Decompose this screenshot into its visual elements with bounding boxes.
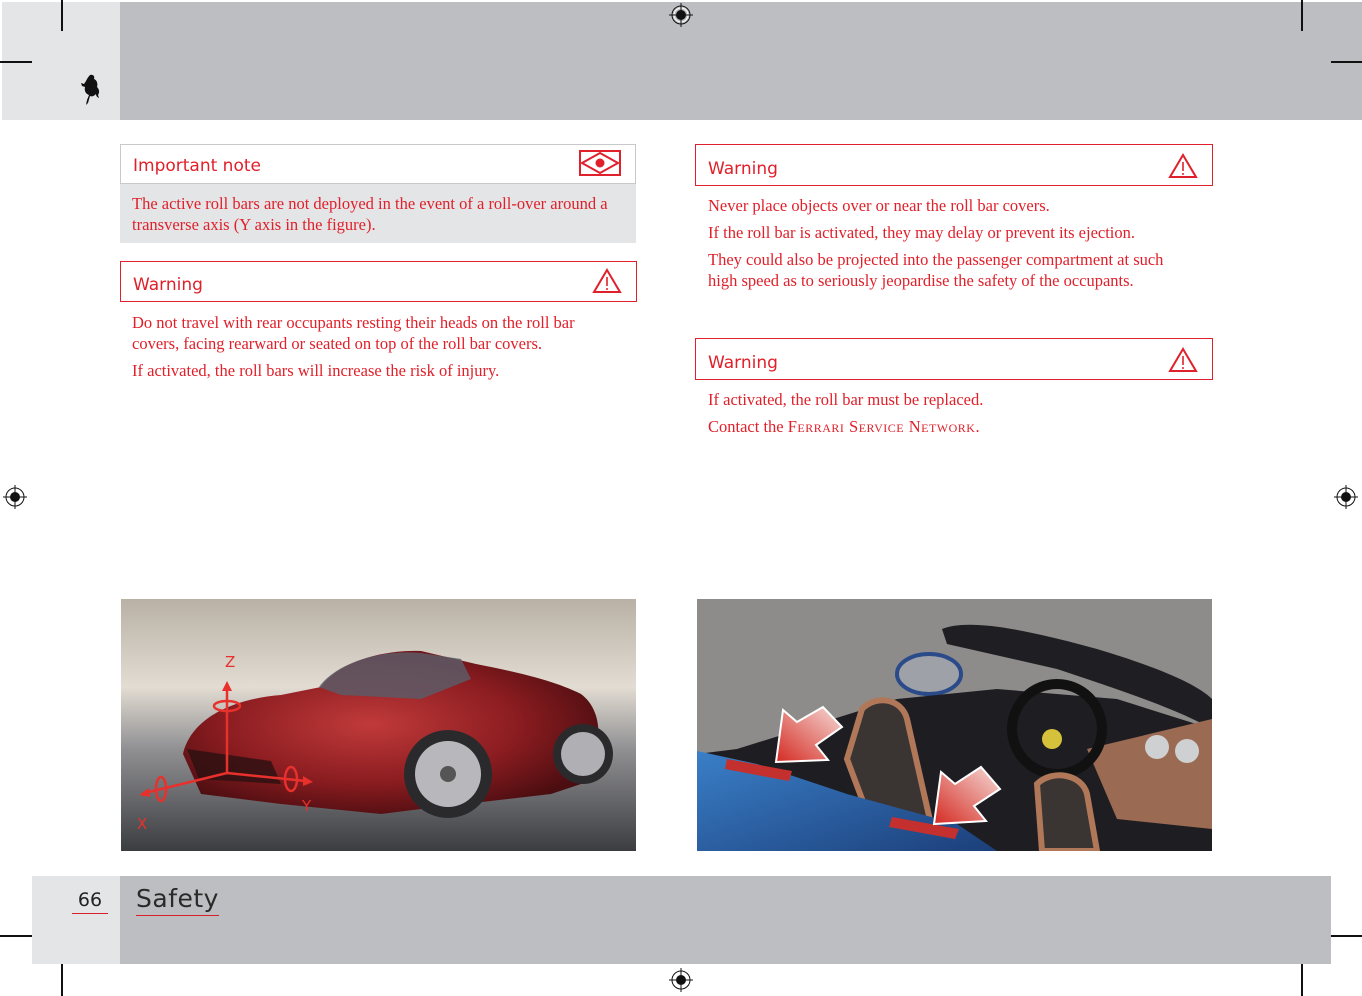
warning-paragraph: If activated, the roll bars will increas… bbox=[132, 361, 500, 380]
warning-box: Warning Never place objects over or near… bbox=[695, 144, 1213, 297]
warning-header: Warning bbox=[120, 261, 637, 302]
warning-body: Do not travel with rear occupants restin… bbox=[120, 302, 624, 381]
contact-suffix: . bbox=[975, 417, 980, 436]
registration-mark-icon bbox=[669, 3, 693, 27]
axis-label-z: Z bbox=[225, 653, 235, 671]
registration-mark-icon bbox=[1334, 485, 1358, 509]
warning-box: Warning If activated, the roll bar must … bbox=[695, 338, 1213, 443]
car-axes-illustration: Z Y X bbox=[121, 599, 636, 851]
warning-header: Warning bbox=[695, 144, 1213, 186]
registration-mark-icon bbox=[669, 968, 693, 992]
warning-paragraph: Do not travel with rear occupants restin… bbox=[132, 313, 575, 353]
roll-bar-location-figure bbox=[697, 599, 1212, 851]
important-note-title: Important note bbox=[133, 156, 261, 176]
crop-mark bbox=[0, 61, 32, 63]
crop-mark bbox=[0, 935, 32, 937]
crop-mark bbox=[1331, 935, 1362, 937]
crop-mark bbox=[61, 964, 63, 996]
warning-box: Warning Do not travel with rear occupant… bbox=[120, 261, 637, 387]
warning-paragraph: If the roll bar is activated, they may d… bbox=[708, 223, 1136, 242]
crop-mark bbox=[1331, 61, 1362, 63]
warning-paragraph: They could also be projected into the pa… bbox=[708, 250, 1164, 290]
axis-label-y: Y bbox=[301, 797, 312, 815]
page-number: 66 bbox=[72, 889, 108, 914]
warning-triangle-icon bbox=[1168, 347, 1198, 372]
warning-triangle-icon bbox=[592, 268, 622, 293]
header-bar bbox=[120, 2, 1362, 120]
axis-label-x: X bbox=[137, 815, 147, 833]
registration-mark-icon bbox=[3, 485, 27, 509]
warning-title: Warning bbox=[133, 275, 203, 295]
warning-header: Warning bbox=[695, 338, 1213, 380]
eye-diamond-icon bbox=[579, 150, 621, 176]
important-note-text: The active roll bars are not deployed in… bbox=[120, 184, 636, 243]
crop-mark bbox=[1301, 964, 1303, 996]
prancing-horse-logo bbox=[81, 74, 100, 105]
warning-title: Warning bbox=[708, 159, 778, 179]
warning-triangle-icon bbox=[1168, 153, 1198, 178]
warning-body: Never place objects over or near the rol… bbox=[695, 186, 1215, 291]
contact-prefix: Contact the bbox=[708, 417, 788, 436]
warning-paragraph: Never place objects over or near the rol… bbox=[708, 196, 1050, 215]
warning-contact: Contact the Ferrari Service Network. bbox=[708, 416, 1201, 437]
footer-bar bbox=[120, 876, 1331, 964]
crop-mark bbox=[1301, 0, 1303, 31]
car-axes-figure: Z Y X bbox=[121, 599, 636, 851]
warning-title: Warning bbox=[708, 353, 778, 373]
important-note-box: Important note The active roll bars are … bbox=[120, 144, 636, 243]
crop-mark bbox=[61, 0, 63, 31]
warning-body: If activated, the roll bar must be repla… bbox=[695, 380, 1213, 437]
section-title: Safety bbox=[136, 883, 219, 916]
warning-paragraph: If activated, the roll bar must be repla… bbox=[708, 390, 984, 409]
service-network-name: Ferrari Service Network bbox=[787, 417, 976, 436]
interior-illustration bbox=[697, 599, 1212, 851]
important-note-header: Important note bbox=[120, 144, 636, 184]
